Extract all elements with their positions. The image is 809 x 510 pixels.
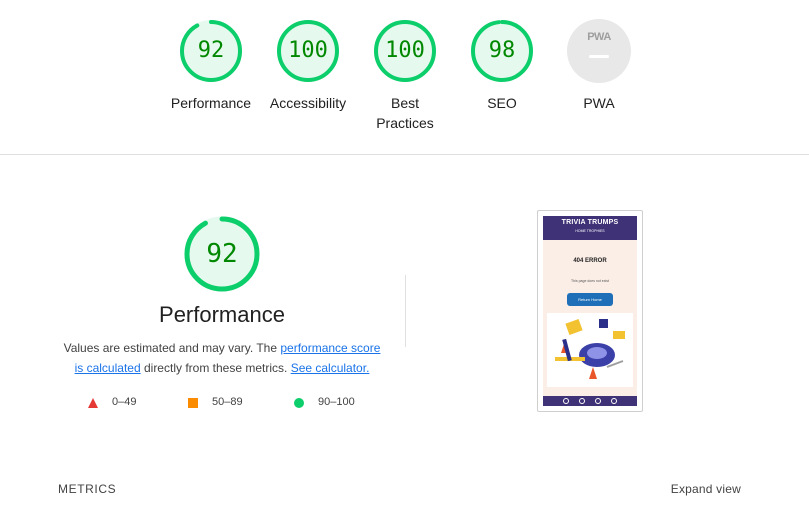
- gauge-best-practices[interactable]: 100 Best Practices: [355, 19, 455, 133]
- legend-range: 50–89: [212, 396, 243, 408]
- gauge-label: Best Practices: [376, 95, 434, 131]
- gauge-accessibility[interactable]: 100 Accessibility: [258, 19, 358, 113]
- pwa-dash-icon: [589, 55, 609, 58]
- gauge-performance[interactable]: 92 Performance: [161, 19, 261, 113]
- see-calculator-link[interactable]: See calculator.: [291, 361, 370, 375]
- circle-icon: [294, 398, 304, 408]
- gauge-score: 100: [385, 38, 425, 63]
- screenshot-error-title: 404 ERROR: [573, 258, 607, 264]
- legend-range: 90–100: [318, 396, 355, 408]
- social-icon: [563, 398, 569, 404]
- screenshot-nav: HOME TROPHIES: [575, 229, 605, 233]
- desc-middle: directly from these metrics.: [140, 361, 291, 375]
- screenshot-return-button: Return Home: [567, 293, 613, 306]
- expand-view-toggle[interactable]: Expand view: [671, 482, 741, 496]
- vertical-divider: [405, 275, 406, 347]
- gauge-ring: 92: [179, 19, 243, 83]
- social-icon: [595, 398, 601, 404]
- legend-range: 0–49: [112, 396, 137, 408]
- social-icon: [611, 398, 617, 404]
- social-icon: [579, 398, 585, 404]
- triangle-icon: [88, 398, 98, 408]
- screenshot-footer: [543, 396, 637, 406]
- gauge-label: PWA: [583, 95, 615, 111]
- screenshot-header: TRIVIA TRUMPS HOME TROPHIES: [543, 216, 637, 240]
- performance-description: Values are estimated and may vary. The p…: [58, 338, 386, 378]
- screenshot-brand: TRIVIA TRUMPS: [561, 219, 619, 226]
- performance-score: 92: [206, 239, 238, 269]
- gauge-score: 92: [197, 38, 225, 63]
- pwa-badge-text: PWA: [587, 31, 611, 43]
- gauge-score: 98: [488, 38, 516, 63]
- desc-prefix: Values are estimated and may vary. The: [63, 341, 281, 355]
- gauge-pwa[interactable]: PWA PWA: [549, 19, 649, 113]
- pwa-badge-icon: PWA: [567, 19, 631, 83]
- screenshot-page: TRIVIA TRUMPS HOME TROPHIES 404 ERROR Th…: [543, 216, 637, 406]
- performance-title: Performance: [159, 302, 285, 327]
- pwa-badge-wrap: PWA: [567, 19, 631, 83]
- gauge-label: SEO: [487, 95, 517, 111]
- scores-summary-bar: 92 Performance 100 Accessibility 100 Bes…: [0, 0, 809, 155]
- square-icon: [188, 398, 198, 408]
- gauge-score: 100: [288, 38, 328, 63]
- screenshot-error-text: This page does not exist: [571, 279, 609, 283]
- metrics-heading: METRICS: [58, 482, 117, 496]
- gauge-label: Accessibility: [269, 95, 347, 111]
- gauge-label: Performance: [170, 95, 252, 111]
- performance-big-gauge: 92: [182, 214, 262, 294]
- gauge-ring: 100: [373, 19, 437, 83]
- gauge-seo[interactable]: 98 SEO: [452, 19, 552, 113]
- final-screenshot[interactable]: TRIVIA TRUMPS HOME TROPHIES 404 ERROR Th…: [537, 210, 643, 412]
- gauge-ring: 98: [470, 19, 534, 83]
- screenshot-404-illustration: [547, 313, 633, 387]
- gauge-ring: 100: [276, 19, 340, 83]
- 404-illustration-icon: [547, 313, 633, 387]
